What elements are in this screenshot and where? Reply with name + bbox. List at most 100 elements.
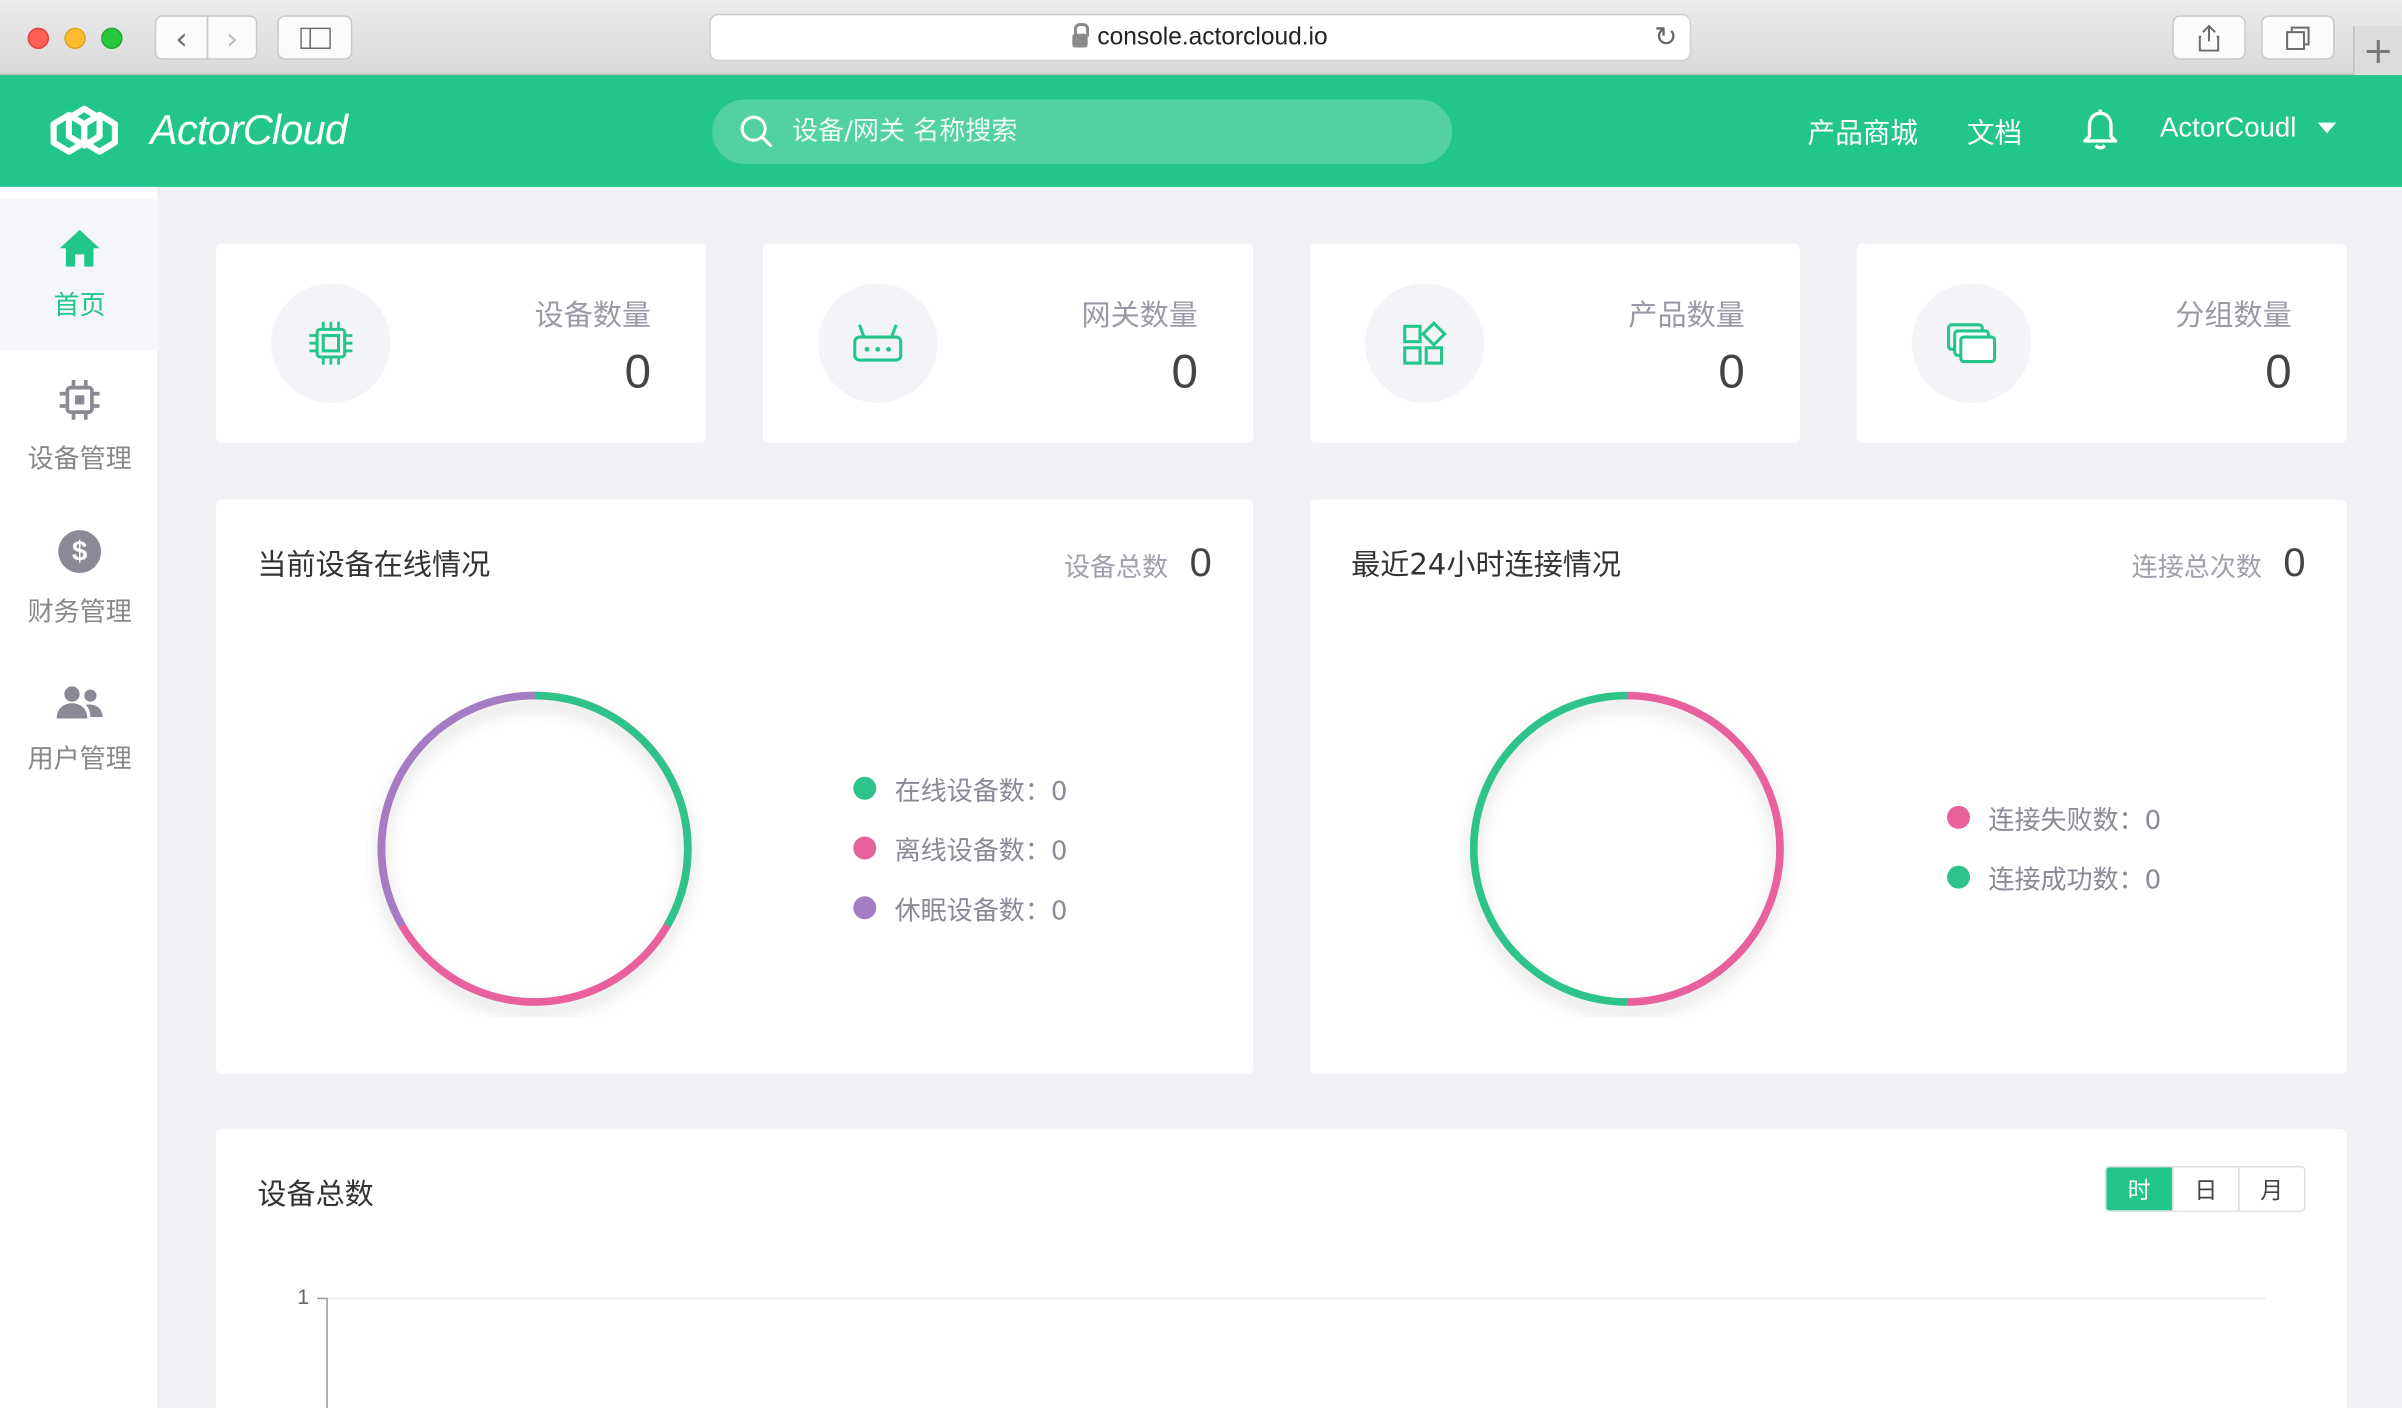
apps-icon <box>1403 320 1447 365</box>
logo[interactable]: ActorCloud <box>40 93 348 167</box>
stat-label: 设备数量 <box>534 298 652 333</box>
plus-icon: + <box>2362 29 2394 73</box>
search-icon <box>740 115 773 148</box>
new-tab-button[interactable]: + <box>2352 26 2402 76</box>
address-bar[interactable]: console.actorcloud.io ↻ <box>709 13 1692 62</box>
chevron-left-icon: ‹ <box>175 19 188 56</box>
sidebar-icon <box>299 26 331 49</box>
sidebar-toggle-button[interactable] <box>277 15 353 60</box>
stat-label: 产品数量 <box>1628 298 1745 333</box>
time-range-toggle: 时 日 月 <box>2104 1165 2306 1212</box>
sidebar-item-devices[interactable]: 设备管理 <box>0 351 159 503</box>
online-donut-chart <box>377 691 692 1006</box>
app-header: ActorCloud 产品商城 文档 ActorCoudl <box>0 75 2402 187</box>
stat-label: 网关数量 <box>1081 298 1198 333</box>
svg-text:$: $ <box>72 536 87 567</box>
legend-dot <box>853 896 877 920</box>
online-legend: 在线设备数：0 离线设备数：0 休眠设备数：0 <box>853 758 1067 937</box>
stat-icon-wrap <box>818 283 938 403</box>
url-text: console.actorcloud.io <box>1097 23 1328 50</box>
forward-button[interactable]: › <box>206 15 258 60</box>
stat-card-gateways: 网关数量 0 <box>762 243 1254 443</box>
close-window-button[interactable] <box>27 27 50 50</box>
nav-product-store[interactable]: 产品商城 <box>1808 112 1918 152</box>
sidebar-item-finance[interactable]: $ 财务管理 <box>0 503 159 655</box>
segment-hour[interactable]: 时 <box>2106 1167 2173 1211</box>
legend-item-online: 在线设备数：0 <box>853 758 1067 818</box>
chip-icon <box>59 379 100 420</box>
donut-segment-online <box>534 691 692 928</box>
legend-dot <box>1947 865 1971 889</box>
minimize-window-button[interactable] <box>64 27 86 50</box>
legend-label: 休眠设备数：0 <box>894 896 1068 927</box>
legend-dot <box>853 776 877 800</box>
legend-item-fail: 连接失败数：0 <box>1947 787 2161 847</box>
notifications-button[interactable] <box>2082 109 2119 158</box>
legend-item-success: 连接成功数：0 <box>1947 847 2161 907</box>
group-icon <box>1947 323 1997 364</box>
y-tick-mark <box>317 1297 327 1300</box>
hexagon-logo-icon <box>50 105 118 155</box>
legend-item-offline: 离线设备数：0 <box>853 818 1067 878</box>
gateway-icon <box>853 324 903 362</box>
maximize-window-button[interactable] <box>101 27 123 50</box>
legend-label: 连接失败数：0 <box>1988 805 2162 837</box>
chevron-right-icon: › <box>225 19 239 56</box>
share-button[interactable] <box>2172 15 2246 60</box>
connection-legend: 连接失败数：0 连接成功数：0 <box>1947 787 2161 907</box>
legend-dot <box>853 836 877 860</box>
connect-total-label: 连接总次数 <box>2131 553 2262 584</box>
nav-docs[interactable]: 文档 <box>1967 112 2022 152</box>
stat-value: 0 <box>2265 344 2292 399</box>
sidebar-item-home[interactable]: 首页 <box>0 199 160 351</box>
tabs-overview-button[interactable] <box>2261 15 2335 60</box>
caret-down-icon <box>2317 122 2337 134</box>
tabs-icon <box>2286 25 2310 50</box>
device-total-panel: 设备总数 时 日 月 1 <box>215 1129 2347 1408</box>
back-button[interactable]: ‹ <box>154 15 209 60</box>
legend-label: 离线设备数：0 <box>894 836 1068 868</box>
panel-meta: 设备总数 0 <box>1064 539 1212 586</box>
stat-value: 0 <box>1718 344 1745 399</box>
reload-icon[interactable]: ↻ <box>1654 21 1677 53</box>
search-input[interactable] <box>791 116 1405 148</box>
connect-total-value: 0 <box>2283 539 2306 586</box>
donut-segment-sleep <box>377 691 535 928</box>
user-name: ActorCoudl <box>2159 111 2297 143</box>
segment-day[interactable]: 日 <box>2172 1167 2239 1211</box>
device-total-value: 0 <box>1189 539 1212 586</box>
legend-item-sleep: 休眠设备数：0 <box>853 878 1067 938</box>
search-box[interactable] <box>712 99 1453 164</box>
sidebar-item-label: 设备管理 <box>27 444 132 475</box>
bell-icon <box>2083 109 2118 150</box>
user-menu[interactable]: ActorCoudl <box>2159 111 2337 144</box>
sidebar-item-label: 财务管理 <box>27 597 132 629</box>
connection-panel: 最近24小时连接情况 连接总次数 0 连接失败数：0 连接成功数：0 <box>1309 499 2347 1075</box>
chip-icon <box>309 321 353 365</box>
legend-label: 在线设备数：0 <box>894 776 1068 808</box>
legend-label: 连接成功数：0 <box>1988 865 2162 897</box>
stat-card-groups: 分组数量 0 <box>1856 243 2347 443</box>
donut-segment-fail <box>1626 691 1784 1006</box>
sidebar-item-label: 首页 <box>53 291 106 322</box>
device-total-label: 设备总数 <box>1063 553 1169 584</box>
stat-icon-wrap <box>271 283 391 403</box>
stat-card-devices: 设备数量 0 <box>215 243 707 443</box>
stat-card-products: 产品数量 0 <box>1309 243 1800 443</box>
share-icon <box>2198 23 2220 51</box>
stat-icon-wrap <box>1364 283 1485 403</box>
users-icon <box>56 686 103 719</box>
sidebar-item-users[interactable]: 用户管理 <box>0 654 159 806</box>
browser-toolbar: ‹ › console.actorcloud.io ↻ + <box>0 0 2402 76</box>
panel-meta: 连接总次数 0 <box>2132 539 2306 586</box>
connection-donut-chart <box>1469 691 1784 1006</box>
donut-segment-success <box>1469 691 1627 1006</box>
lock-icon <box>1072 22 1090 48</box>
grid-line <box>326 1297 2266 1300</box>
segment-month[interactable]: 月 <box>2238 1167 2304 1211</box>
sidebar-item-label: 用户管理 <box>27 744 132 776</box>
panel-title: 最近24小时连接情况 <box>1351 548 1622 583</box>
sidebar: 首页 设备管理 $ 财务管理 用户管理 <box>0 186 160 1408</box>
stat-value: 0 <box>624 344 652 399</box>
stat-value: 0 <box>1171 344 1198 399</box>
